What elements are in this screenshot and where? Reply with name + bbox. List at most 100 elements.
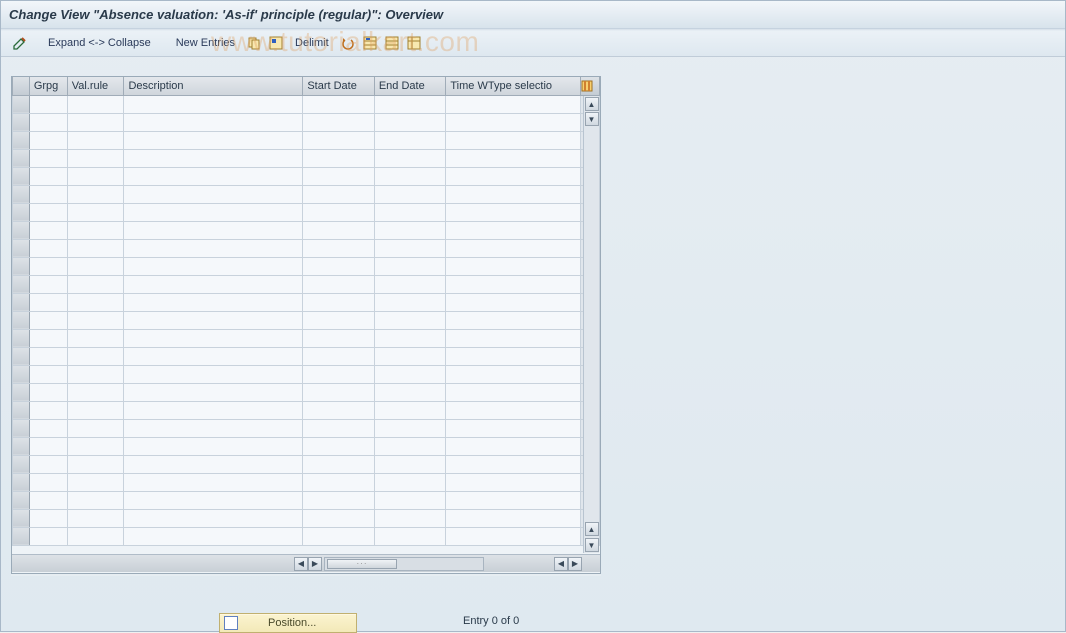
cell-description[interactable] [124, 329, 303, 347]
cell-description[interactable] [124, 239, 303, 257]
cell-valrule[interactable] [67, 203, 124, 221]
cell-valrule[interactable] [67, 419, 124, 437]
hscroll-thumb[interactable]: ··· [327, 559, 397, 569]
corner-selector[interactable] [13, 77, 30, 95]
row-selector[interactable] [13, 311, 30, 329]
cell-enddate[interactable] [374, 455, 446, 473]
cell-startdate[interactable] [303, 365, 375, 383]
cell-enddate[interactable] [374, 221, 446, 239]
new-entries-button[interactable]: New Entries [170, 37, 241, 49]
cell-valrule[interactable] [67, 95, 124, 113]
cell-description[interactable] [124, 149, 303, 167]
cell-description[interactable] [124, 527, 303, 545]
row-selector[interactable] [13, 329, 30, 347]
row-selector[interactable] [13, 203, 30, 221]
cell-valrule[interactable] [67, 509, 124, 527]
cell-grpg[interactable] [29, 257, 67, 275]
cell-enddate[interactable] [374, 401, 446, 419]
cell-startdate[interactable] [303, 329, 375, 347]
cell-timew[interactable] [446, 131, 581, 149]
cell-description[interactable] [124, 275, 303, 293]
cell-enddate[interactable] [374, 365, 446, 383]
cell-enddate[interactable] [374, 113, 446, 131]
vertical-scrollbar[interactable]: ▲ ▼ ▲ ▼ [583, 96, 599, 553]
column-header-enddate[interactable]: End Date [374, 77, 446, 95]
cell-valrule[interactable] [67, 113, 124, 131]
cell-timew[interactable] [446, 401, 581, 419]
cell-timew[interactable] [446, 347, 581, 365]
cell-timew[interactable] [446, 473, 581, 491]
cell-description[interactable] [124, 455, 303, 473]
table-config-icon[interactable] [405, 34, 423, 52]
cell-description[interactable] [124, 311, 303, 329]
scroll-left-end-icon[interactable]: ◀ [554, 557, 568, 571]
cell-valrule[interactable] [67, 383, 124, 401]
cell-timew[interactable] [446, 311, 581, 329]
cell-enddate[interactable] [374, 95, 446, 113]
cell-valrule[interactable] [67, 473, 124, 491]
cell-grpg[interactable] [29, 149, 67, 167]
scroll-right-end-icon[interactable]: ▶ [568, 557, 582, 571]
copy-icon[interactable] [245, 34, 263, 52]
row-selector[interactable] [13, 383, 30, 401]
cell-startdate[interactable] [303, 293, 375, 311]
column-header-valrule[interactable]: Val.rule [67, 77, 124, 95]
cell-timew[interactable] [446, 149, 581, 167]
cell-enddate[interactable] [374, 293, 446, 311]
cell-startdate[interactable] [303, 257, 375, 275]
cell-grpg[interactable] [29, 167, 67, 185]
cell-grpg[interactable] [29, 113, 67, 131]
scroll-up-step-bottom-icon[interactable]: ▲ [585, 522, 599, 536]
cell-startdate[interactable] [303, 347, 375, 365]
cell-description[interactable] [124, 509, 303, 527]
cell-grpg[interactable] [29, 239, 67, 257]
cell-timew[interactable] [446, 95, 581, 113]
row-selector[interactable] [13, 95, 30, 113]
cell-startdate[interactable] [303, 383, 375, 401]
cell-enddate[interactable] [374, 275, 446, 293]
cell-timew[interactable] [446, 329, 581, 347]
cell-description[interactable] [124, 401, 303, 419]
row-selector[interactable] [13, 257, 30, 275]
cell-timew[interactable] [446, 185, 581, 203]
column-header-startdate[interactable]: Start Date [303, 77, 375, 95]
cell-grpg[interactable] [29, 221, 67, 239]
delimit-button[interactable]: Delimit [289, 37, 335, 49]
cell-valrule[interactable] [67, 257, 124, 275]
scroll-down-icon[interactable]: ▼ [585, 538, 599, 552]
cell-timew[interactable] [446, 419, 581, 437]
row-selector[interactable] [13, 131, 30, 149]
cell-enddate[interactable] [374, 527, 446, 545]
cell-grpg[interactable] [29, 293, 67, 311]
cell-enddate[interactable] [374, 383, 446, 401]
row-selector[interactable] [13, 437, 30, 455]
cell-description[interactable] [124, 167, 303, 185]
cell-grpg[interactable] [29, 203, 67, 221]
cell-timew[interactable] [446, 275, 581, 293]
cell-grpg[interactable] [29, 311, 67, 329]
cell-timew[interactable] [446, 455, 581, 473]
column-header-timew[interactable]: Time WType selectio [446, 77, 581, 95]
cell-description[interactable] [124, 383, 303, 401]
cell-grpg[interactable] [29, 329, 67, 347]
cell-grpg[interactable] [29, 509, 67, 527]
cell-description[interactable] [124, 491, 303, 509]
cell-startdate[interactable] [303, 185, 375, 203]
cell-valrule[interactable] [67, 437, 124, 455]
cell-startdate[interactable] [303, 419, 375, 437]
cell-valrule[interactable] [67, 185, 124, 203]
cell-startdate[interactable] [303, 113, 375, 131]
cell-startdate[interactable] [303, 167, 375, 185]
cell-grpg[interactable] [29, 383, 67, 401]
cell-grpg[interactable] [29, 473, 67, 491]
column-header-grpg[interactable]: Grpg [29, 77, 67, 95]
cell-timew[interactable] [446, 221, 581, 239]
cell-enddate[interactable] [374, 347, 446, 365]
cell-grpg[interactable] [29, 419, 67, 437]
cell-description[interactable] [124, 419, 303, 437]
cell-enddate[interactable] [374, 131, 446, 149]
row-selector[interactable] [13, 527, 30, 545]
cell-valrule[interactable] [67, 455, 124, 473]
cell-grpg[interactable] [29, 347, 67, 365]
row-selector[interactable] [13, 365, 30, 383]
